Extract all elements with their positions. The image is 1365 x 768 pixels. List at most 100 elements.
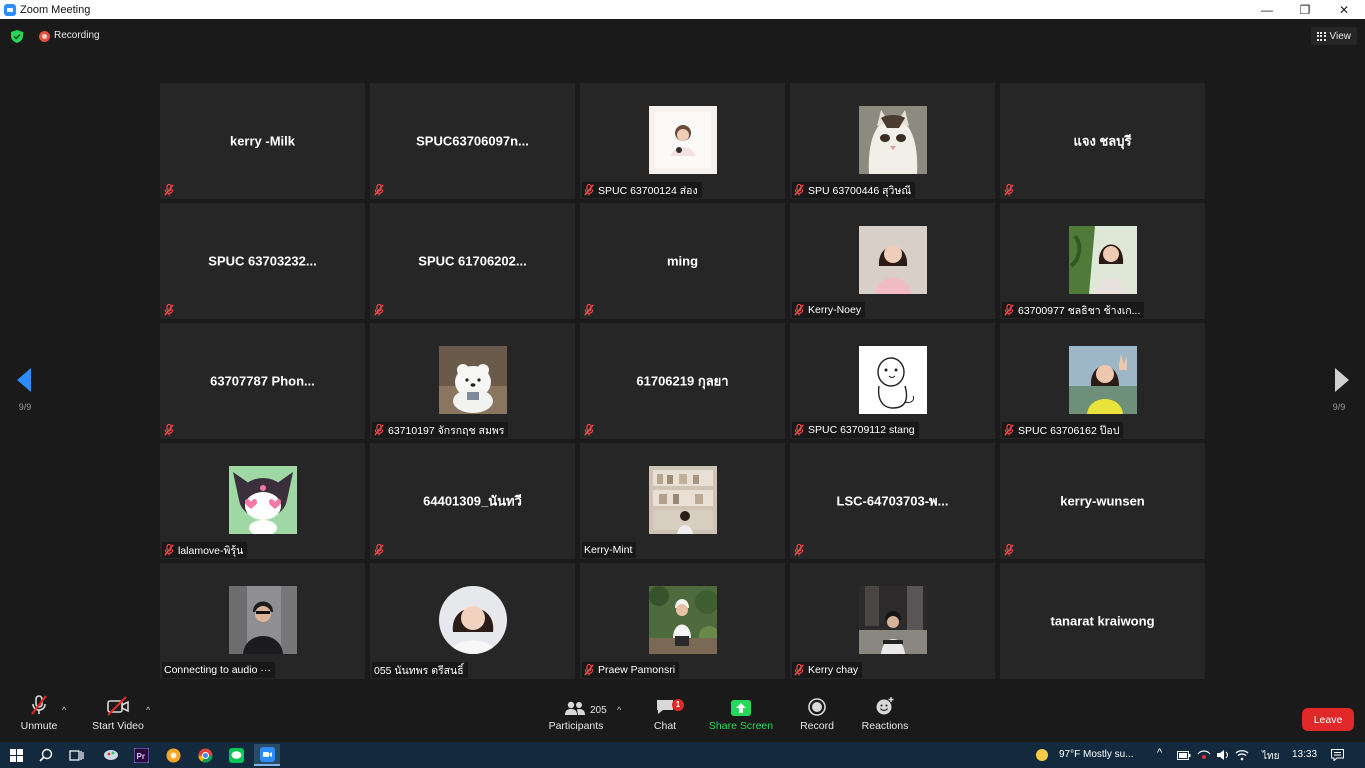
- participant-tile[interactable]: tanarat kraiwong: [1000, 563, 1205, 679]
- muted-microphone-icon: [31, 695, 47, 715]
- meeting-toolbar: Unmute ^ Start Video ^ Participants 205 …: [0, 690, 1365, 742]
- view-button[interactable]: View: [1310, 27, 1357, 45]
- participant-name-label: Kerry-Noey: [792, 302, 866, 318]
- security-shield-icon[interactable]: [11, 30, 23, 43]
- minimize-button[interactable]: —: [1247, 0, 1287, 19]
- participant-tile[interactable]: SPU 63700446 สุวิษณี: [790, 83, 995, 199]
- muted-microphone-icon: [164, 304, 174, 316]
- muted-microphone-icon: [794, 304, 804, 316]
- participant-name-text: SPUC 63706162 ป๊อป: [1018, 424, 1120, 437]
- audio-options-caret-icon[interactable]: ^: [62, 705, 66, 715]
- line-app-icon[interactable]: [227, 746, 245, 764]
- participant-avatar: [228, 586, 297, 654]
- participant-tile[interactable]: SPUC 63709112 stang: [790, 323, 995, 439]
- participant-tile[interactable]: kerry -Milk: [160, 83, 365, 199]
- participant-name-text: Kerry chay: [808, 664, 859, 676]
- input-language[interactable]: ไทย: [1262, 749, 1279, 764]
- search-icon[interactable]: [38, 746, 54, 764]
- show-hidden-icons-caret-icon[interactable]: ^: [1157, 747, 1162, 759]
- participant-tile[interactable]: Kerry-Mint: [580, 443, 785, 559]
- participant-tile[interactable]: lalamove-พิรุ้น: [160, 443, 365, 559]
- previous-page-arrow-icon[interactable]: [15, 367, 35, 393]
- participant-tile[interactable]: SPUC63706097n...: [370, 83, 575, 199]
- task-view-icon[interactable]: [68, 746, 84, 764]
- video-options-caret-icon[interactable]: ^: [146, 705, 150, 715]
- participant-tile[interactable]: SPUC 63700124 ส่อง: [580, 83, 785, 199]
- participant-name-label: Praew Pamonsri: [582, 662, 680, 678]
- share-screen-button[interactable]: Share Screen: [707, 690, 775, 742]
- participant-display-name: 63707787 Phon...: [210, 373, 315, 389]
- premiere-pro-icon[interactable]: Pr: [133, 746, 149, 764]
- participant-tile[interactable]: 64401309_นันทวี: [370, 443, 575, 559]
- svg-text:Pr: Pr: [136, 752, 144, 761]
- zoom-taskbar-icon[interactable]: [254, 744, 280, 766]
- leave-button[interactable]: Leave: [1302, 708, 1354, 731]
- windows-taskbar: Pr 97°F Mostly su... ^ ไทย 13:33: [0, 742, 1365, 768]
- next-page-arrow-icon[interactable]: [1331, 367, 1351, 393]
- participant-display-name: SPUC 63703232...: [208, 253, 317, 269]
- participant-tile[interactable]: LSC-64703703-พ...: [790, 443, 995, 559]
- participant-tile[interactable]: SPUC 63706162 ป๊อป: [1000, 323, 1205, 439]
- participant-tile[interactable]: 63710197 จักรกฤช สมพร: [370, 323, 575, 439]
- reactions-button[interactable]: Reactions: [860, 690, 910, 742]
- participant-display-name: kerry-wunsen: [1060, 493, 1145, 509]
- grid-icon: [1316, 31, 1326, 41]
- participant-name-text: 055 นันทพร ตรีสนธิ์: [374, 664, 464, 677]
- participants-options-caret-icon[interactable]: ^: [617, 705, 621, 715]
- close-button[interactable]: ✕: [1324, 0, 1364, 19]
- muted-microphone-icon: [374, 544, 384, 556]
- unmute-button[interactable]: Unmute: [14, 690, 64, 742]
- participant-tile[interactable]: Connecting to audio ···: [160, 563, 365, 679]
- battery-icon[interactable]: [1177, 746, 1191, 764]
- participant-tile[interactable]: Kerry-Noey: [790, 203, 995, 319]
- page-indicator-right: 9/9: [1332, 402, 1346, 412]
- weather-text[interactable]: 97°F Mostly su...: [1059, 749, 1134, 760]
- start-video-button[interactable]: Start Video: [88, 690, 148, 742]
- network-status-icon[interactable]: [1197, 746, 1211, 764]
- participant-tile[interactable]: 61706219 กุลยา: [580, 323, 785, 439]
- muted-microphone-icon: [374, 424, 384, 436]
- participant-name-label: lalamove-พิรุ้น: [162, 542, 248, 558]
- view-label: View: [1329, 30, 1352, 42]
- clock-time[interactable]: 13:33: [1292, 749, 1317, 760]
- record-button[interactable]: Record: [796, 690, 838, 742]
- recording-icon: [39, 31, 50, 42]
- participant-tile[interactable]: ming: [580, 203, 785, 319]
- participant-tile[interactable]: แจง ชลบุรี: [1000, 83, 1205, 199]
- participant-tile[interactable]: Kerry chay: [790, 563, 995, 679]
- app-paint-icon[interactable]: [102, 746, 120, 764]
- participant-name-label: [582, 302, 602, 318]
- notification-center-icon[interactable]: [1329, 746, 1345, 764]
- chrome-icon[interactable]: [196, 746, 214, 764]
- participant-tile[interactable]: SPUC 63703232...: [160, 203, 365, 319]
- participant-tile[interactable]: 055 นันทพร ตรีสนธิ์: [370, 563, 575, 679]
- participant-tile[interactable]: 63700977 ชลธิชา ช้างเก...: [1000, 203, 1205, 319]
- participants-button[interactable]: Participants: [546, 690, 606, 742]
- wifi-icon[interactable]: [1235, 746, 1249, 764]
- chrome-canary-icon[interactable]: [164, 746, 182, 764]
- participant-name-label: [162, 302, 182, 318]
- chat-button[interactable]: Chat: [645, 690, 685, 742]
- start-video-label: Start Video: [92, 720, 144, 732]
- participant-avatar: [438, 586, 507, 654]
- restore-button[interactable]: ❐: [1285, 0, 1325, 19]
- participant-tile[interactable]: kerry-wunsen: [1000, 443, 1205, 559]
- participant-name-label: SPU 63700446 สุวิษณี: [792, 182, 916, 198]
- participant-name-text: SPU 63700446 สุวิษณี: [808, 184, 912, 197]
- participant-tile[interactable]: 63707787 Phon...: [160, 323, 365, 439]
- participant-avatar: [648, 586, 717, 654]
- weather-sun-icon[interactable]: [1033, 746, 1051, 764]
- windows-start-icon[interactable]: [8, 746, 24, 764]
- participant-name-label: SPUC 63709112 stang: [792, 422, 919, 438]
- reactions-smiley-icon: [876, 697, 894, 715]
- muted-microphone-icon: [794, 424, 804, 436]
- participant-tile[interactable]: SPUC 61706202...: [370, 203, 575, 319]
- volume-icon[interactable]: [1216, 746, 1230, 764]
- participant-name-text: 63710197 จักรกฤช สมพร: [388, 424, 505, 437]
- participant-name-label: [582, 422, 602, 438]
- participant-name-text: lalamove-พิรุ้น: [178, 544, 244, 557]
- record-label: Record: [800, 720, 834, 732]
- recording-label: Recording: [54, 30, 100, 41]
- participant-tile[interactable]: Praew Pamonsri: [580, 563, 785, 679]
- participant-display-name: 64401309_นันทวี: [423, 493, 522, 509]
